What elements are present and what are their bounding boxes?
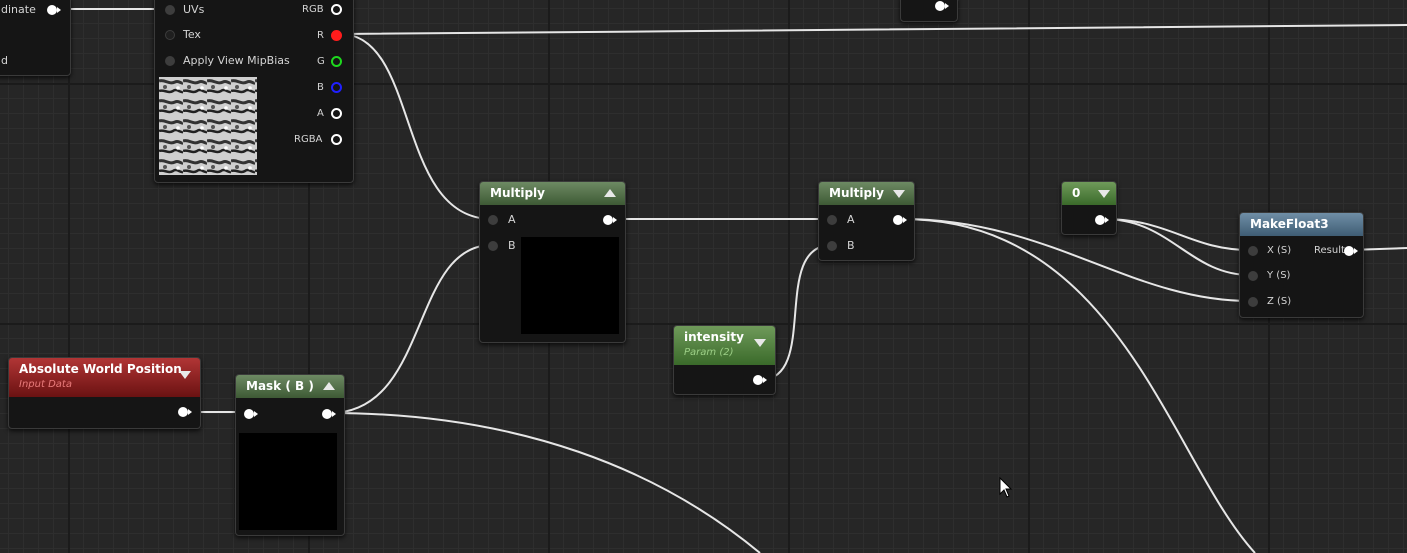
makefloat3-header[interactable]: MakeFloat3: [1240, 213, 1363, 236]
absolute-world-position-output-pin[interactable]: [178, 407, 192, 417]
x-input-pin[interactable]: [1248, 246, 1258, 256]
mask-node[interactable]: Mask ( B ): [235, 374, 345, 536]
multiply-2-b-label: B: [847, 239, 855, 252]
collapse-arrow-icon[interactable]: [604, 189, 616, 197]
a-label: A: [317, 108, 324, 119]
uvs-input-pin[interactable]: [165, 5, 175, 15]
rgb-label: RGB: [302, 4, 324, 15]
g-output-pin[interactable]: [331, 56, 342, 67]
multiply-node-2[interactable]: Multiply A B: [818, 181, 915, 261]
absolute-world-position-title: Absolute World Position: [19, 362, 182, 376]
x-label: X (S): [1267, 245, 1292, 256]
constant-value: 0: [1072, 186, 1081, 200]
rgba-label: RGBA: [294, 134, 323, 145]
a-output-pin[interactable]: [331, 108, 342, 119]
multiply-2-output-pin[interactable]: [893, 215, 907, 225]
expand-arrow-icon[interactable]: [754, 339, 766, 347]
b-label: B: [317, 82, 324, 93]
makefloat3-title: MakeFloat3: [1250, 217, 1329, 231]
collapse-arrow-icon[interactable]: [323, 382, 335, 390]
expand-arrow-icon[interactable]: [1098, 190, 1110, 198]
wire-r-to-far-right: [339, 24, 1407, 35]
intensity-subtitle: Param (2): [684, 347, 734, 358]
multiply-1-a-label: A: [508, 213, 516, 226]
z-input-pin[interactable]: [1248, 297, 1258, 307]
multiply-2-a-label: A: [847, 213, 855, 226]
multiply-1-title: Multiply: [490, 186, 545, 200]
intensity-output-pin[interactable]: [753, 375, 767, 385]
coordinate-output-pin[interactable]: [47, 5, 61, 15]
expand-arrow-icon[interactable]: [179, 371, 191, 379]
uvs-label: UVs: [183, 3, 205, 16]
wire-mask-down: [329, 412, 761, 553]
intensity-header[interactable]: intensity Param (2): [674, 326, 775, 365]
z-label: Z (S): [1267, 296, 1292, 307]
top-node-output-pin[interactable]: [935, 1, 949, 11]
r-output-pin[interactable]: [331, 30, 342, 41]
mipbias-input-pin[interactable]: [165, 56, 175, 66]
rgba-output-pin[interactable]: [331, 134, 342, 145]
absolute-world-position-header[interactable]: Absolute World Position Input Data: [9, 358, 200, 397]
coordinate-label: dinate: [1, 3, 36, 16]
result-label: Result: [1314, 245, 1345, 256]
wire-r-to-multiply-a: [339, 33, 493, 220]
mask-header[interactable]: Mask ( B ): [236, 375, 344, 398]
multiply-2-header[interactable]: Multiply: [819, 182, 914, 205]
partial-label: d: [1, 54, 8, 67]
constant-node[interactable]: 0: [1061, 181, 1117, 235]
texture-preview: [159, 77, 257, 175]
constant-output-pin[interactable]: [1095, 215, 1109, 225]
multiply-1-preview: [521, 237, 619, 334]
wire-const-to-y: [1103, 218, 1251, 276]
rgb-output-pin[interactable]: [331, 4, 342, 15]
texture-sample-node[interactable]: UVs Tex Apply View MipBias RGB R G B A R…: [154, 0, 354, 183]
wire-mult2-down: [901, 218, 1256, 553]
absolute-world-position-subtitle: Input Data: [19, 379, 72, 390]
multiply-1-b-pin[interactable]: [488, 241, 498, 251]
mask-preview: [239, 433, 337, 530]
mask-title: Mask ( B ): [246, 379, 314, 393]
wire-const-to-x: [1103, 218, 1251, 251]
mask-input-pin[interactable]: [244, 409, 258, 419]
multiply-1-output-pin[interactable]: [603, 215, 617, 225]
multiply-1-a-pin[interactable]: [488, 215, 498, 225]
constant-header[interactable]: 0: [1062, 182, 1116, 205]
tex-input-pin[interactable]: [165, 30, 175, 40]
r-label: R: [317, 30, 324, 41]
y-input-pin[interactable]: [1248, 271, 1258, 281]
y-label: Y (S): [1267, 270, 1291, 281]
absolute-world-position-node[interactable]: Absolute World Position Input Data: [8, 357, 201, 429]
mouse-cursor-icon: [999, 477, 1013, 498]
intensity-param-node[interactable]: intensity Param (2): [673, 325, 776, 395]
tex-label: Tex: [183, 28, 201, 41]
multiply-2-a-pin[interactable]: [827, 215, 837, 225]
texture-coordinate-node[interactable]: dinate d: [0, 0, 71, 76]
multiply-2-title: Multiply: [829, 186, 884, 200]
multiply-node-1[interactable]: Multiply A B: [479, 181, 626, 343]
mipbias-label: Apply View MipBias: [183, 54, 290, 67]
wire-mask-to-multiply-b: [329, 244, 493, 414]
top-partial-node[interactable]: [900, 0, 958, 22]
makefloat3-node[interactable]: MakeFloat3 X (S) Result Y (S) Z (S): [1239, 212, 1364, 318]
multiply-1-b-label: B: [508, 239, 516, 252]
multiply-1-header[interactable]: Multiply: [480, 182, 625, 205]
b-output-pin[interactable]: [331, 82, 342, 93]
g-label: G: [317, 56, 325, 67]
multiply-2-b-pin[interactable]: [827, 241, 837, 251]
result-output-pin[interactable]: [1344, 246, 1358, 256]
expand-arrow-icon[interactable]: [893, 190, 905, 198]
mask-output-pin[interactable]: [322, 409, 336, 419]
